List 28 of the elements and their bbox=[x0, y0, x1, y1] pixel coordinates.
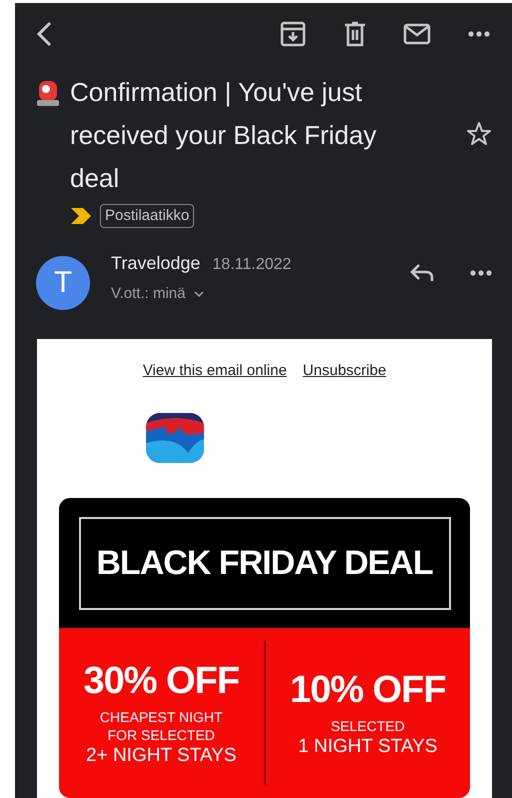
email-link[interactable]: Unsubscribe bbox=[302, 360, 386, 382]
logo-icon bbox=[146, 413, 204, 463]
sender-avatar: T bbox=[36, 256, 90, 310]
email-date: 18.11.2022 bbox=[212, 254, 292, 274]
more-icon[interactable] bbox=[470, 270, 492, 276]
offer-detail: CHEAPEST NIGHT bbox=[100, 708, 223, 726]
offer-detail: SELECTED bbox=[330, 717, 405, 735]
email-subject: Confirmation | You've just received your Black Friday deal bbox=[70, 76, 378, 194]
sender-name: Travelodge bbox=[111, 252, 200, 275]
label-chip[interactable]: Postilaatikko bbox=[100, 204, 194, 228]
offer-stay: 1 NIGHT STAYS bbox=[298, 735, 438, 759]
importance-marker-icon[interactable] bbox=[70, 206, 92, 224]
chevron-down-icon bbox=[194, 290, 204, 297]
discount-headline: 10% OFF bbox=[290, 668, 446, 713]
discount-headline: 30% OFF bbox=[83, 659, 240, 704]
mail-icon[interactable] bbox=[403, 22, 431, 45]
more-icon[interactable] bbox=[468, 30, 490, 37]
recipient-dropdown[interactable]: V.ott.: minä bbox=[111, 282, 204, 305]
banner-title: BLACK FRIDAY DEAL bbox=[78, 516, 450, 610]
offer-stay: 2+ NIGHT STAYS bbox=[86, 744, 236, 768]
back-icon[interactable] bbox=[35, 20, 53, 48]
offer-detail: FOR SELECTED bbox=[108, 726, 215, 744]
email-link[interactable]: View this email online bbox=[142, 360, 287, 382]
star-icon[interactable] bbox=[466, 120, 492, 146]
reply-icon[interactable] bbox=[409, 262, 435, 282]
archive-icon[interactable] bbox=[280, 20, 306, 47]
siren-icon bbox=[36, 78, 60, 106]
delete-icon[interactable] bbox=[344, 20, 366, 47]
